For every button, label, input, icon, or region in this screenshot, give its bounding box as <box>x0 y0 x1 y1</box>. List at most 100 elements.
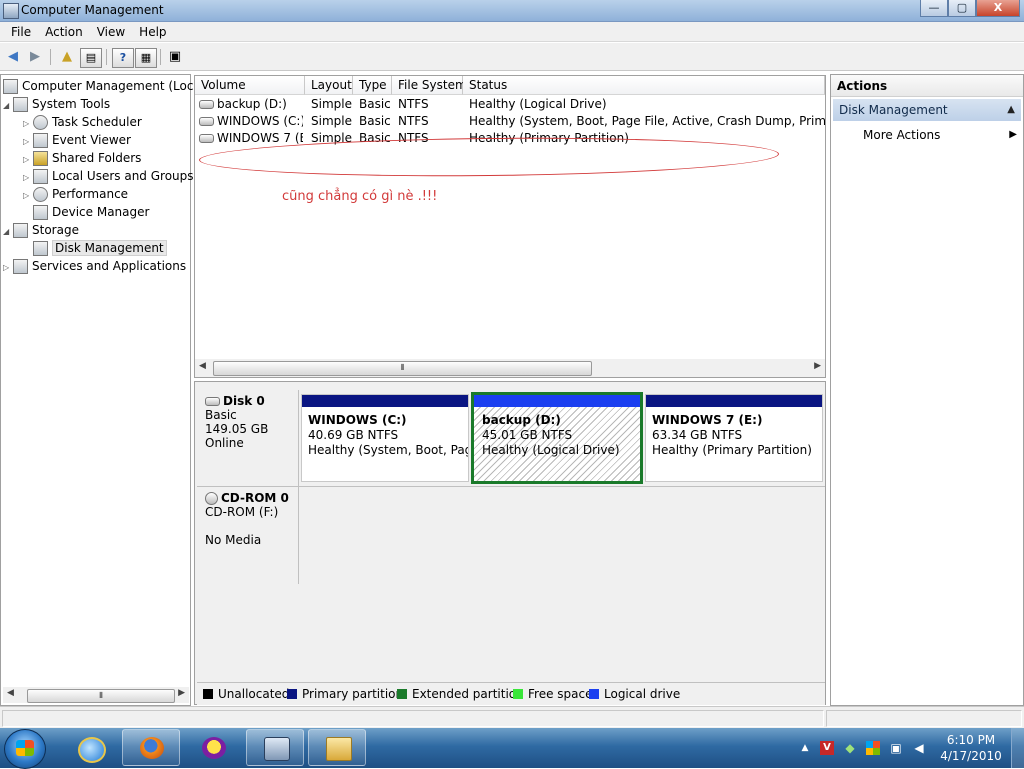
legend-primary-partition: Primary partition <box>287 683 403 705</box>
scrollbar-thumb[interactable]: ⦀ <box>27 689 175 703</box>
legend-logical-drive: Logical drive <box>589 683 680 705</box>
actions-section-disk-management[interactable]: Disk Management ▲ <box>833 99 1021 121</box>
tree-item-storage[interactable]: ◢ Storage <box>3 221 79 239</box>
show-hide-tree-icon[interactable]: ▤ <box>80 48 102 68</box>
disk-0-label[interactable]: Disk 0 Basic 149.05 GB Online <box>197 390 299 486</box>
show-desktop-button[interactable] <box>1011 728 1024 768</box>
tree-item-device-manager[interactable]: Device Manager <box>33 203 149 221</box>
start-button[interactable] <box>4 729 46 769</box>
disk-0-size: 149.05 GB <box>205 422 269 436</box>
menu-view[interactable]: View <box>90 22 132 41</box>
tree-item-computer-management[interactable]: Computer Management (Local) <box>3 77 209 95</box>
action-center-icon[interactable] <box>866 741 880 755</box>
partition-name: backup (D:) <box>482 413 561 427</box>
partition-backup-d[interactable]: backup (D:) 45.01 GB NTFS Healthy (Logic… <box>471 392 643 484</box>
tree-item-disk-management[interactable]: Disk Management <box>33 239 167 257</box>
collapse-triangle-icon[interactable]: ◢ <box>3 97 13 115</box>
scroll-right-icon[interactable]: ▶ <box>178 688 185 698</box>
performance-icon <box>33 187 48 202</box>
partition-windows7-e[interactable]: WINDOWS 7 (E:) 63.34 GB NTFS Healthy (Pr… <box>645 394 823 482</box>
partition-status: Healthy (Primary Partition) <box>652 443 812 457</box>
expand-triangle-icon[interactable]: ▷ <box>3 259 13 277</box>
tree-item-event-viewer[interactable]: ▷ Event Viewer <box>23 131 131 149</box>
column-header-volume[interactable]: Volume <box>195 76 305 95</box>
minimize-button[interactable]: — <box>920 0 948 17</box>
show-hidden-icons-icon[interactable]: ▲ <box>798 741 812 755</box>
collapse-triangle-icon[interactable]: ◢ <box>3 223 13 241</box>
close-button[interactable]: X <box>976 0 1020 17</box>
menu-action[interactable]: Action <box>38 22 90 41</box>
disk-0-state: Online <box>205 436 244 450</box>
taskbar-internet-explorer[interactable] <box>60 729 118 766</box>
menu-file[interactable]: File <box>4 22 38 41</box>
toolbar-separator <box>160 49 161 65</box>
tree-horizontal-scrollbar[interactable]: ◀ ⦀ ▶ <box>3 687 189 703</box>
primary-partition-bar <box>302 395 468 407</box>
layout-cell: Simple <box>311 114 352 128</box>
partition-name: WINDOWS (C:) <box>308 413 407 427</box>
scroll-left-icon[interactable]: ◀ <box>199 361 206 371</box>
partition-windows-c[interactable]: WINDOWS (C:) 40.69 GB NTFS Healthy (Syst… <box>301 394 469 482</box>
yahoo-messenger-icon <box>202 737 226 759</box>
table-row[interactable]: WINDOWS (C:) Simple Basic NTFS Healthy (… <box>195 113 825 130</box>
maximize-button[interactable]: ▢ <box>948 0 976 17</box>
column-header-layout[interactable]: Layout <box>305 76 353 95</box>
submenu-arrow-icon: ▶ <box>1009 129 1017 140</box>
scroll-right-icon[interactable]: ▶ <box>814 361 821 371</box>
taskbar-yahoo-messenger[interactable] <box>184 729 242 766</box>
shared-folder-icon <box>33 151 48 166</box>
tree-item-shared-folders[interactable]: ▷ Shared Folders <box>23 149 141 167</box>
back-arrow-icon[interactable]: ◀ <box>4 48 22 66</box>
type-cell: Basic <box>359 97 391 111</box>
system-tray: ▲ V ◆ ▣ ◀ 6:10 PM 4/17/2010 <box>796 728 1024 768</box>
scroll-left-icon[interactable]: ◀ <box>7 688 14 698</box>
forward-arrow-icon[interactable]: ▶ <box>26 48 44 66</box>
volume-list-horizontal-scrollbar[interactable]: ◀ ⦀ ▶ <box>195 359 825 377</box>
taskbar-computer-management[interactable] <box>246 729 304 766</box>
tree-item-performance[interactable]: ▷ Performance <box>23 185 128 203</box>
network-monitor-icon[interactable]: ◆ <box>843 741 857 755</box>
partition-status: Healthy (Logical Drive) <box>482 443 620 457</box>
taskbar-firefox[interactable] <box>122 729 180 766</box>
volume-list: Volume Layout Type File System Status ba… <box>194 75 826 378</box>
disk-legend: Unallocated Primary partition Extended p… <box>197 682 825 705</box>
expand-triangle-icon[interactable]: ▷ <box>23 187 33 205</box>
status-segment <box>826 710 1022 727</box>
collapse-up-icon[interactable]: ▲ <box>1007 99 1015 121</box>
actions-header: Actions <box>831 75 1023 97</box>
computer-management-icon <box>3 79 18 94</box>
actions-section-label: Disk Management <box>839 103 948 117</box>
up-folder-icon[interactable]: ▲ <box>57 48 77 66</box>
legend-swatch <box>287 689 297 699</box>
legend-swatch <box>513 689 523 699</box>
tree-item-services-applications[interactable]: ▷ Services and Applications <box>3 257 186 275</box>
properties-icon[interactable]: ▦ <box>135 48 157 68</box>
export-icon[interactable]: ▣ <box>166 48 184 66</box>
partition-size: 63.34 GB NTFS <box>652 428 743 442</box>
window-title-bar[interactable]: Computer Management — ▢ X <box>0 0 1024 22</box>
scrollbar-thumb[interactable]: ⦀ <box>213 361 592 376</box>
help-icon[interactable]: ? <box>112 48 134 68</box>
clock[interactable]: 6:10 PM 4/17/2010 <box>936 732 1006 764</box>
menu-help[interactable]: Help <box>132 22 173 41</box>
cdrom-0-label[interactable]: CD-ROM 0 CD-ROM (F:) No Media <box>197 486 299 584</box>
cdrom-0-name-row: CD-ROM 0 <box>205 491 290 505</box>
column-header-file-system[interactable]: File System <box>392 76 467 95</box>
tree-item-local-users[interactable]: ▷ Local Users and Groups <box>23 167 194 185</box>
firefox-icon <box>140 737 164 759</box>
column-header-status[interactable]: Status <box>463 76 825 95</box>
network-icon[interactable]: ▣ <box>889 741 903 755</box>
column-header-type[interactable]: Type <box>353 76 392 95</box>
system-tools-icon <box>13 97 28 112</box>
more-actions-item[interactable]: More Actions ▶ <box>863 125 1017 145</box>
antivirus-icon[interactable]: V <box>820 741 834 755</box>
volume-icon[interactable]: ◀ <box>912 741 926 755</box>
taskbar-windows-explorer[interactable] <box>308 729 366 766</box>
table-row[interactable]: backup (D:) Simple Basic NTFS Healthy (L… <box>195 96 825 113</box>
tree-item-task-scheduler[interactable]: ▷ Task Scheduler <box>23 113 142 131</box>
legend-extended-partition: Extended partition <box>397 683 524 705</box>
volume-disk-icon <box>199 117 214 126</box>
partition-status: Healthy (System, Boot, Page F <box>308 443 468 457</box>
tree-item-system-tools[interactable]: ◢ System Tools <box>3 95 110 113</box>
primary-partition-bar <box>646 395 822 407</box>
